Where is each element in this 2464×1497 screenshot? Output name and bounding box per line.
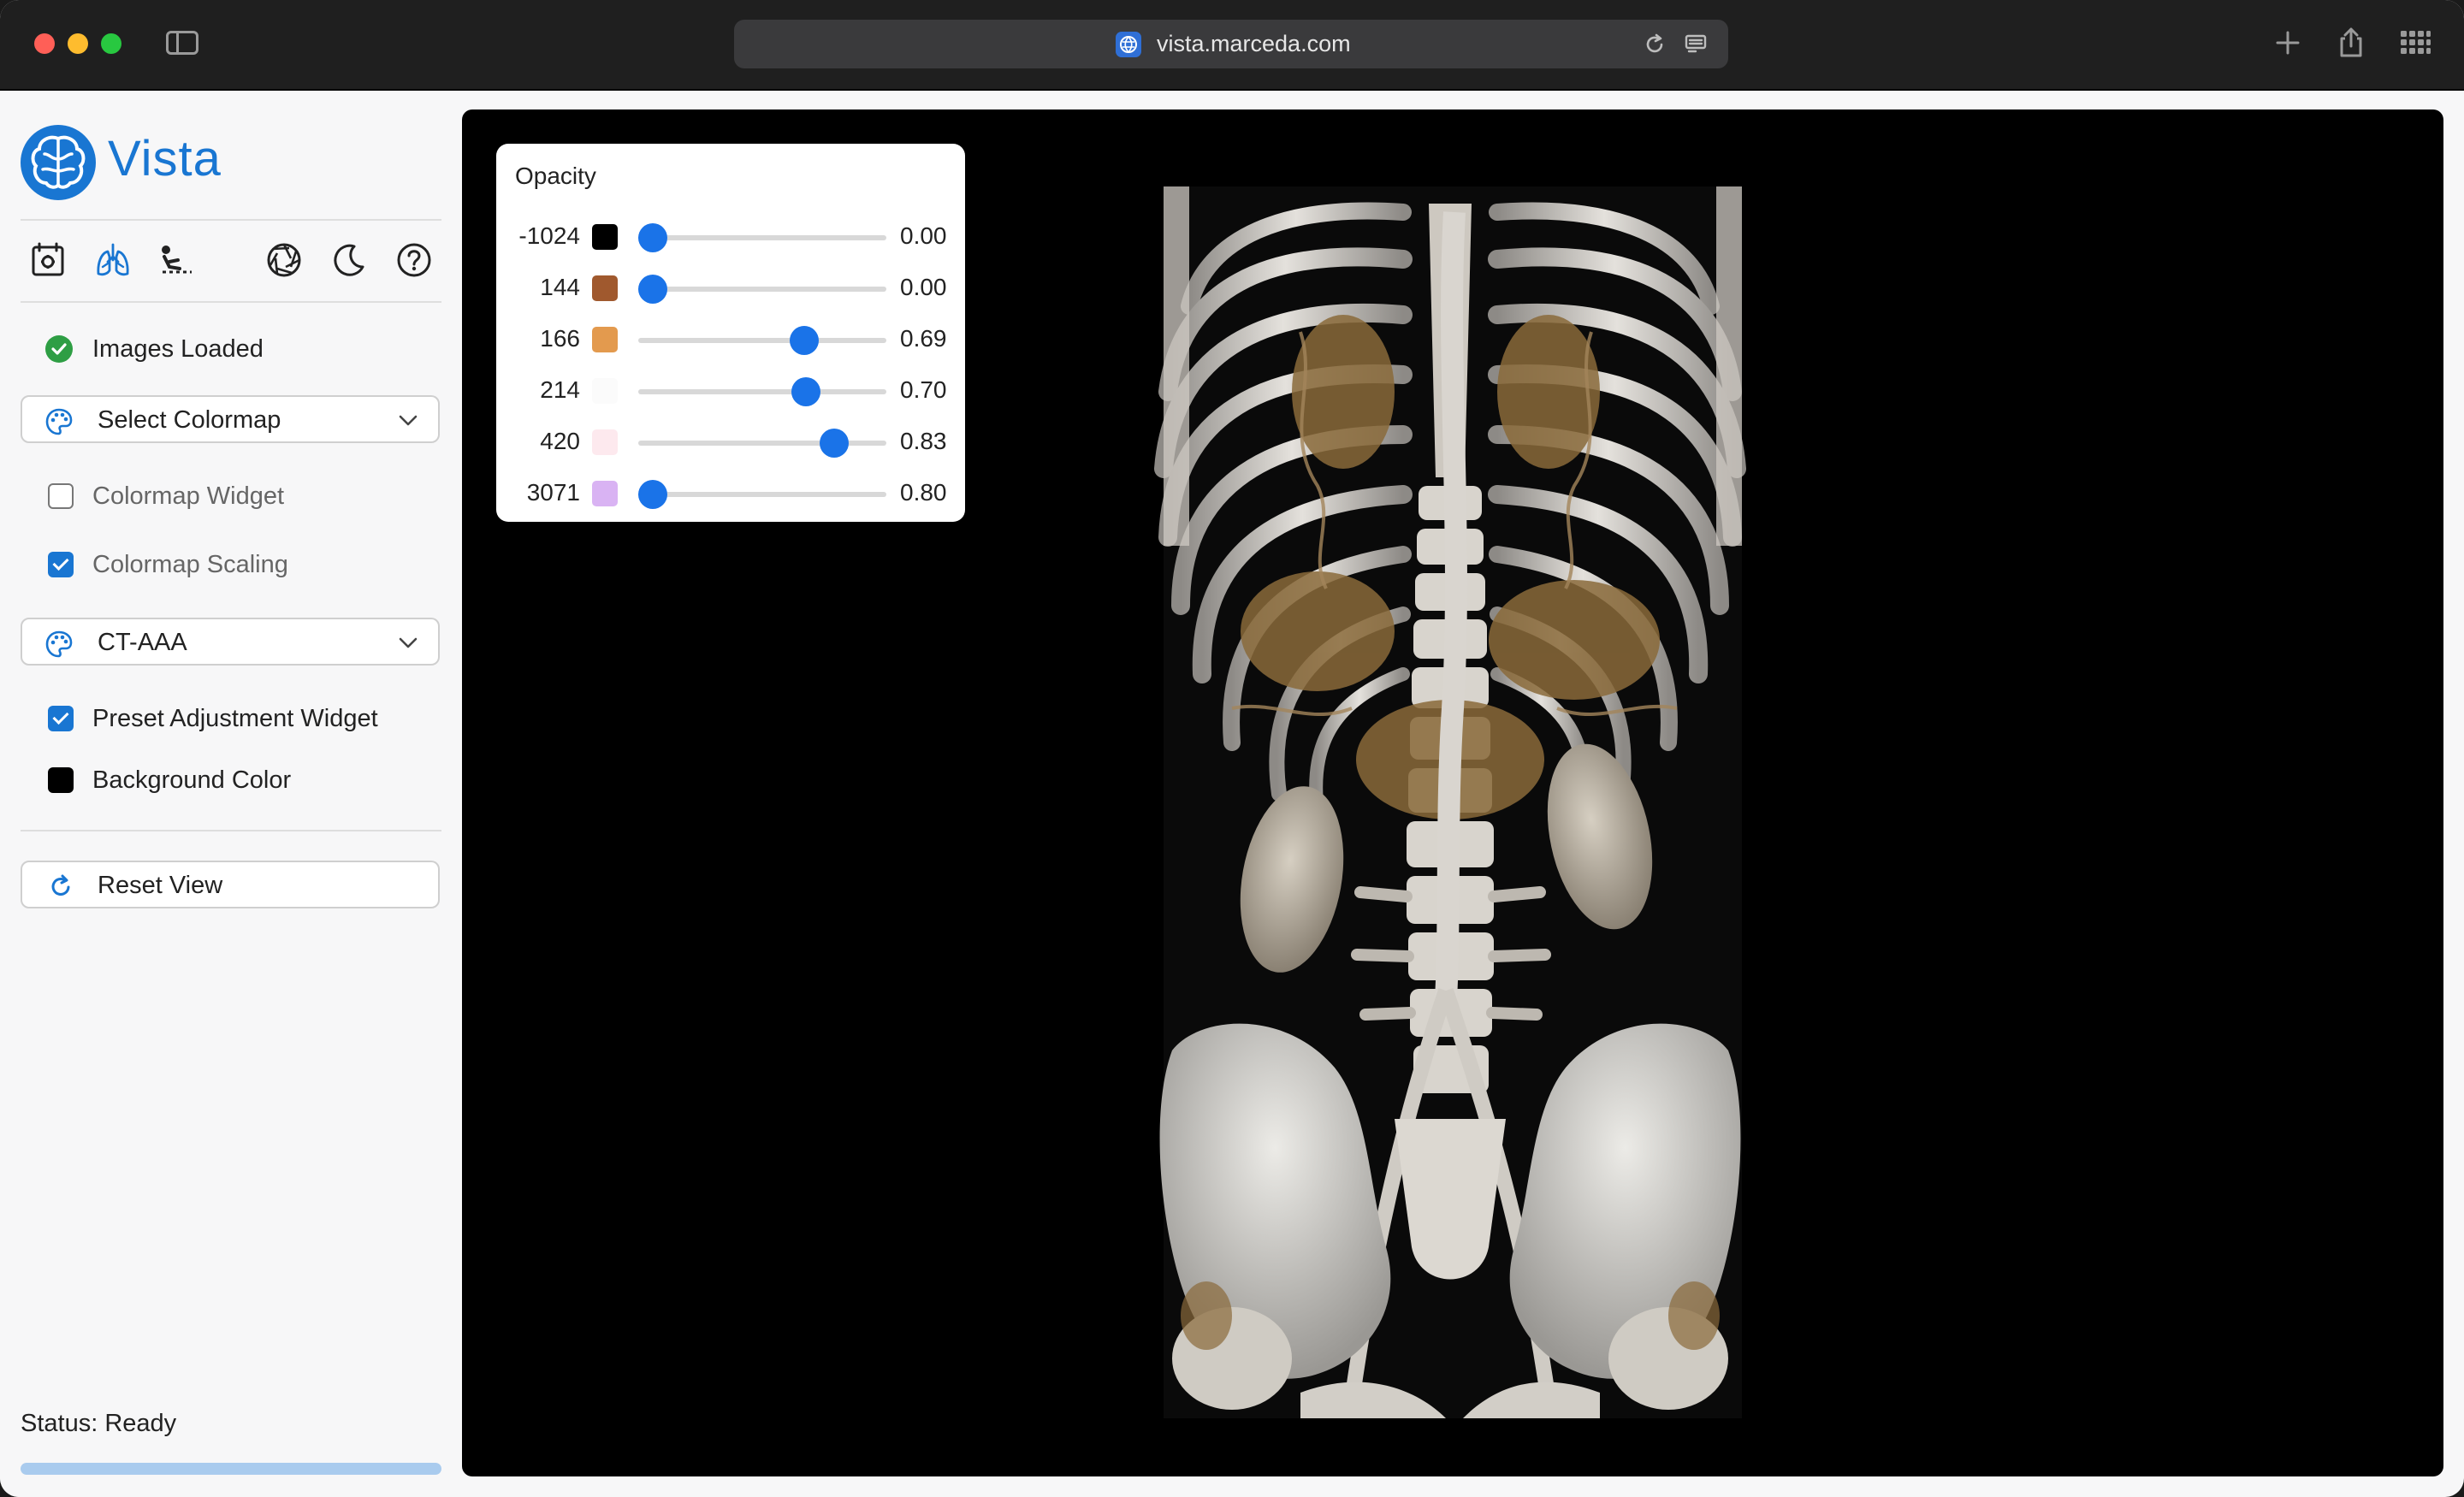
opacity-value: 0.69 <box>900 325 947 352</box>
opacity-value: 0.70 <box>900 376 947 403</box>
opacity-color-swatch[interactable] <box>592 481 618 506</box>
divider <box>21 301 441 303</box>
skeleton-icon[interactable] <box>157 241 195 279</box>
opacity-color-swatch[interactable] <box>592 378 618 404</box>
preset-select[interactable]: CT-AAA <box>21 618 440 666</box>
opacity-point-label: 144 <box>540 274 580 300</box>
reader-icon[interactable] <box>1684 33 1708 56</box>
sidebar-toggle-icon[interactable] <box>166 31 198 55</box>
divider <box>21 830 441 831</box>
address-bar[interactable]: vista.marceda.com <box>734 20 1728 68</box>
preset-adjustment-checkbox[interactable] <box>48 706 74 731</box>
help-icon[interactable] <box>395 241 433 279</box>
opacity-row: 3071 0.80 <box>496 470 965 513</box>
preset-adjustment-row[interactable]: Preset Adjustment Widget <box>48 701 378 736</box>
opacity-color-swatch[interactable] <box>592 429 618 455</box>
new-tab-icon[interactable] <box>2271 26 2305 60</box>
preset-select-value: CT-AAA <box>98 629 187 656</box>
opacity-point-label: 420 <box>540 428 580 454</box>
opacity-row: 166 0.69 <box>496 317 965 359</box>
chevron-down-icon <box>399 415 418 426</box>
opacity-slider-track[interactable] <box>638 389 886 394</box>
reload-icon[interactable] <box>1643 33 1667 56</box>
background-color-label: Background Color <box>92 766 292 794</box>
moon-icon[interactable] <box>330 241 368 279</box>
opacity-slider-thumb[interactable] <box>638 223 667 252</box>
opacity-slider-track[interactable] <box>638 441 886 446</box>
colormap-scaling-checkbox[interactable] <box>48 552 74 577</box>
brain-logo-icon <box>21 125 96 200</box>
status-progress-fill <box>21 1463 441 1475</box>
opacity-slider-track[interactable] <box>638 338 886 343</box>
palette-icon <box>45 408 73 435</box>
colormap-widget-row[interactable]: Colormap Widget <box>48 479 284 513</box>
opacity-slider-track[interactable] <box>638 287 886 292</box>
colormap-scaling-label: Colormap Scaling <box>92 550 288 578</box>
opacity-color-swatch[interactable] <box>592 224 618 250</box>
colormap-select-value: Select Colormap <box>98 406 281 434</box>
app-sidebar: Vista Images Loaded Select Colormap Colo… <box>0 91 462 1497</box>
lungs-icon[interactable] <box>94 241 132 279</box>
check-circle-icon <box>45 335 73 363</box>
opacity-slider-track[interactable] <box>638 492 886 497</box>
browser-toolbar: vista.marceda.com <box>0 0 2464 91</box>
preset-adjustment-label: Preset Adjustment Widget <box>92 704 378 732</box>
divider <box>21 219 441 221</box>
palette-icon <box>45 630 73 658</box>
volume-viewport[interactable]: Opacity -1024 0.00 144 0.00 166 0.69 214 0.70 42… <box>462 109 2443 1476</box>
reset-view-label: Reset View <box>98 872 223 899</box>
colormap-scaling-row[interactable]: Colormap Scaling <box>48 547 288 582</box>
status-progress-bar <box>21 1463 441 1475</box>
close-window-button[interactable] <box>34 33 55 54</box>
browser-window: vista.marceda.com Vista Images Loaded Se… <box>0 0 2464 1497</box>
opacity-point-label: 166 <box>540 325 580 352</box>
status-text: Status: Ready <box>21 1410 177 1437</box>
opacity-widget-title: Opacity <box>515 163 596 189</box>
opacity-value: 0.83 <box>900 428 947 454</box>
opacity-point-label: 214 <box>540 376 580 403</box>
tab-overview-icon[interactable] <box>2397 26 2431 60</box>
gallery-icon[interactable] <box>29 241 67 279</box>
opacity-value: 0.00 <box>900 274 947 300</box>
opacity-row: 420 0.83 <box>496 419 965 462</box>
opacity-slider-thumb[interactable] <box>638 480 667 509</box>
opacity-slider-thumb[interactable] <box>820 429 850 458</box>
opacity-slider-thumb[interactable] <box>791 377 821 406</box>
colormap-widget-checkbox[interactable] <box>48 483 74 509</box>
opacity-color-swatch[interactable] <box>592 275 618 301</box>
brand-title: Vista <box>108 131 222 186</box>
opacity-slider-thumb[interactable] <box>789 326 819 355</box>
background-color-swatch[interactable] <box>48 767 74 793</box>
opacity-color-swatch[interactable] <box>592 327 618 352</box>
site-favicon-icon <box>1116 32 1141 57</box>
opacity-value: 0.00 <box>900 222 947 249</box>
share-icon[interactable] <box>2334 26 2368 60</box>
images-loaded-status: Images Loaded <box>44 332 264 366</box>
aperture-icon[interactable] <box>265 241 303 279</box>
opacity-row: -1024 0.00 <box>496 214 965 257</box>
minimize-window-button[interactable] <box>68 33 88 54</box>
opacity-slider-thumb[interactable] <box>638 275 667 304</box>
colormap-widget-label: Colormap Widget <box>92 482 285 510</box>
reset-view-button[interactable]: Reset View <box>21 861 440 908</box>
images-loaded-label: Images Loaded <box>92 334 264 363</box>
opacity-widget: Opacity -1024 0.00 144 0.00 166 0.69 214 0.70 42… <box>496 144 965 522</box>
opacity-point-label: 3071 <box>526 479 580 506</box>
opacity-row: 144 0.00 <box>496 265 965 308</box>
reset-icon <box>51 874 70 896</box>
zoom-window-button[interactable] <box>101 33 121 54</box>
opacity-row: 214 0.70 <box>496 368 965 411</box>
opacity-point-label: -1024 <box>518 222 580 249</box>
opacity-slider-track[interactable] <box>638 235 886 240</box>
colormap-select[interactable]: Select Colormap <box>21 395 440 443</box>
chevron-down-icon <box>399 637 418 648</box>
background-color-row[interactable]: Background Color <box>48 763 291 797</box>
url-text: vista.marceda.com <box>1157 31 1351 56</box>
opacity-value: 0.80 <box>900 479 947 506</box>
